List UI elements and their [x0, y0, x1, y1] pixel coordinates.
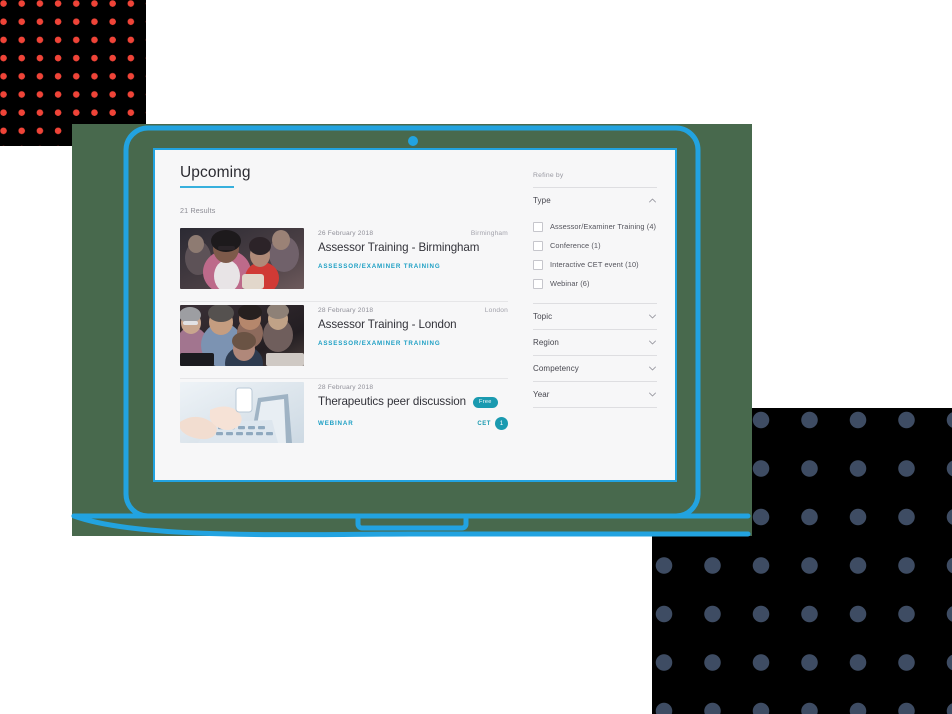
event-date: 26 February 2018	[318, 230, 374, 238]
refine-by-heading: Refine by	[533, 172, 657, 188]
filter-group-region: Region	[533, 330, 657, 356]
event-category-tag[interactable]: WEBINAR	[318, 420, 354, 427]
filter-label: Year	[533, 390, 550, 399]
cet-points-value: 1	[495, 417, 508, 431]
filter-label: Type	[533, 196, 551, 205]
event-footer: ASSESSOR/EXAMINER TRAINING	[318, 340, 508, 347]
event-date: 28 February 2018	[318, 307, 374, 315]
event-location: London	[484, 307, 508, 315]
event-title-row: Assessor Training - Birmingham	[318, 241, 508, 254]
page-title: Upcoming	[180, 164, 251, 181]
filter-label: Topic	[533, 312, 553, 321]
event-footer: ASSESSOR/EXAMINER TRAINING	[318, 263, 508, 270]
filter-option-label: Conference (1)	[550, 241, 601, 250]
filter-header-region[interactable]: Region	[533, 330, 657, 355]
cet-label: CET	[477, 420, 491, 427]
event-card[interactable]: 28 February 2018 London Assessor Trainin…	[180, 305, 508, 380]
results-column: Upcoming 21 Results 26 February 2018 Bir…	[168, 164, 508, 480]
filter-option-label: Assessor/Examiner Training (4)	[550, 222, 657, 231]
cet-points-badge: CET 1	[477, 417, 508, 431]
filter-header-topic[interactable]: Topic	[533, 304, 657, 329]
event-card[interactable]: 26 February 2018 Birmingham Assessor Tra…	[180, 228, 508, 303]
event-location: Birmingham	[470, 230, 508, 238]
event-thumbnail-conference-audience[interactable]	[180, 228, 304, 290]
filter-header-competency[interactable]: Competency	[533, 356, 657, 381]
filter-header-type[interactable]: Type	[533, 188, 657, 213]
filter-label: Competency	[533, 364, 579, 373]
chevron-down-icon[interactable]	[648, 312, 657, 321]
events-listing-panel: Upcoming 21 Results 26 February 2018 Bir…	[153, 148, 677, 482]
event-date: 28 February 2018	[318, 384, 374, 392]
filter-header-year[interactable]: Year	[533, 382, 657, 407]
filter-option[interactable]: Interactive CET event (10)	[533, 255, 657, 274]
event-category-tag[interactable]: ASSESSOR/EXAMINER TRAINING	[318, 263, 441, 270]
chevron-up-icon[interactable]	[648, 196, 657, 205]
event-title-link[interactable]: Therapeutics peer discussion	[318, 395, 466, 408]
filter-label: Region	[533, 338, 559, 347]
free-badge: Free	[473, 397, 498, 408]
filter-group-competency: Competency	[533, 356, 657, 382]
title-underline	[180, 186, 234, 189]
event-details: 28 February 2018 London Assessor Trainin…	[318, 305, 508, 347]
event-details: 26 February 2018 Birmingham Assessor Tra…	[318, 228, 508, 270]
filter-option[interactable]: Assessor/Examiner Training (4)	[533, 217, 657, 236]
checkbox-interactive-cet-event[interactable]	[533, 259, 543, 270]
event-title-row: Assessor Training - London	[318, 318, 508, 331]
chevron-down-icon[interactable]	[648, 390, 657, 399]
event-category-tag[interactable]: ASSESSOR/EXAMINER TRAINING	[318, 340, 441, 347]
event-footer: WEBINAR CET 1	[318, 417, 508, 431]
event-details: 28 February 2018 Therapeutics peer discu…	[318, 382, 508, 431]
chevron-down-icon[interactable]	[648, 338, 657, 347]
filter-option[interactable]: Webinar (6)	[533, 274, 657, 293]
event-meta: 28 February 2018	[318, 384, 508, 391]
event-thumbnail-hands-typing-laptop[interactable]	[180, 382, 304, 444]
filter-group-topic: Topic	[533, 304, 657, 330]
event-thumbnail-group-discussion[interactable]	[180, 305, 304, 367]
event-card[interactable]: 28 February 2018 Therapeutics peer discu…	[180, 382, 508, 455]
filter-option-label: Interactive CET event (10)	[550, 260, 639, 269]
event-title-link[interactable]: Assessor Training - Birmingham	[318, 241, 479, 254]
result-count: 21 Results	[180, 206, 216, 216]
checkbox-webinar[interactable]	[533, 278, 543, 289]
event-title-row: Therapeutics peer discussion Free	[318, 395, 508, 408]
checkbox-assessor-examiner-training[interactable]	[533, 221, 543, 232]
filter-group-year: Year	[533, 382, 657, 408]
filter-option-label: Webinar (6)	[550, 279, 590, 288]
filter-option[interactable]: Conference (1)	[533, 236, 657, 255]
chevron-down-icon[interactable]	[648, 364, 657, 373]
checkbox-conference[interactable]	[533, 240, 543, 251]
filter-group-type: Type Assessor/Examiner Training (4) Conf…	[533, 188, 657, 304]
refine-sidebar: Refine by Type Assessor/Examiner Trainin…	[508, 164, 657, 480]
event-meta: 28 February 2018 London	[318, 307, 508, 314]
filter-options-type: Assessor/Examiner Training (4) Conferenc…	[533, 213, 657, 303]
event-meta: 26 February 2018 Birmingham	[318, 230, 508, 237]
event-title-link[interactable]: Assessor Training - London	[318, 318, 457, 331]
